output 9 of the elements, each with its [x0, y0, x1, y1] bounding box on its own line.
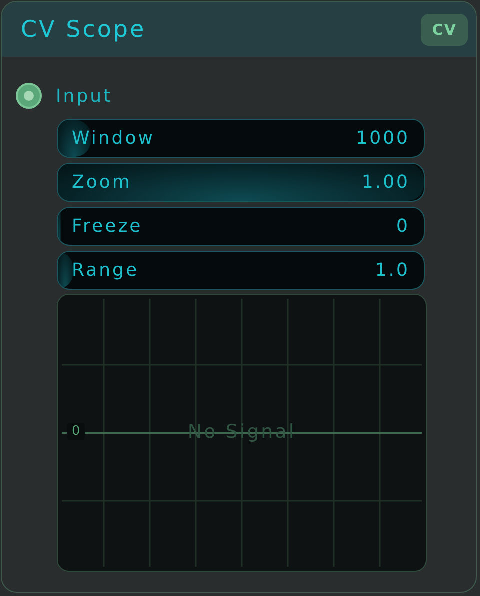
- parameter-slider[interactable]: Window 1000: [57, 119, 425, 158]
- panel-title: CV Scope: [21, 16, 146, 42]
- parameter-slider[interactable]: Zoom 1.00: [57, 163, 425, 202]
- zero-label: 0: [67, 423, 86, 440]
- port-label: Input: [56, 86, 113, 106]
- type-badge: CV: [421, 14, 468, 46]
- parameter-slider[interactable]: Freeze 0: [57, 207, 425, 246]
- parameter-slider[interactable]: Range 1.0: [57, 251, 425, 290]
- input-port-icon[interactable]: [16, 83, 42, 109]
